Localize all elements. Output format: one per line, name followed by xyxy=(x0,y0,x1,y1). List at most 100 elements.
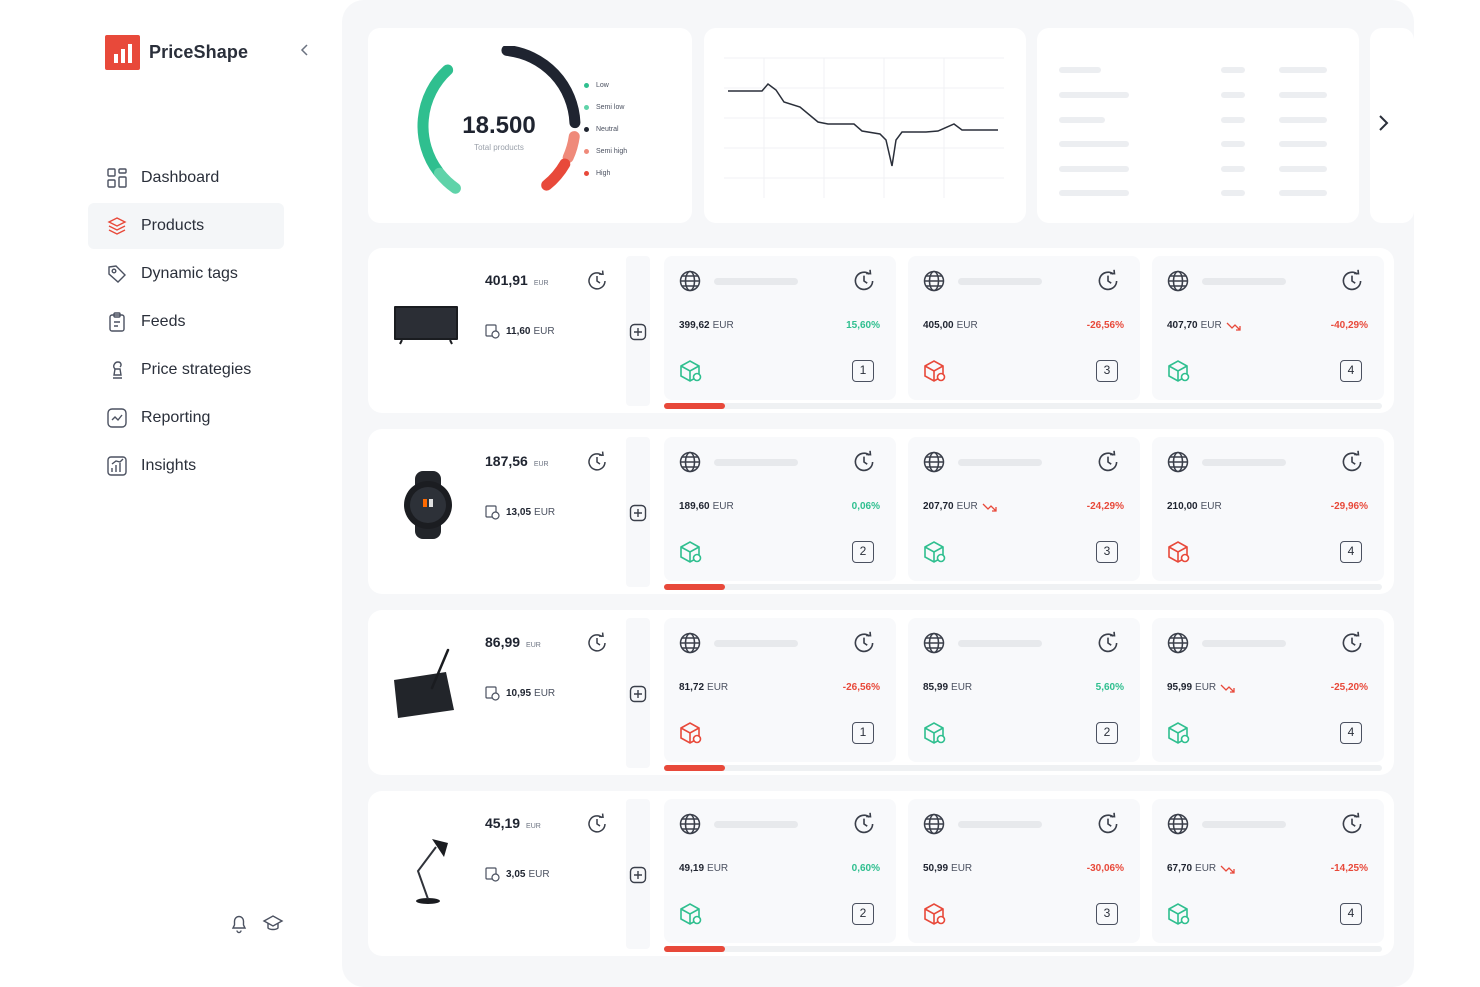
sidebar-item-dynamic-tags[interactable]: Dynamic tags xyxy=(88,251,284,297)
sidebar-item-price-strategies[interactable]: Price strategies xyxy=(88,347,284,393)
skeleton-line xyxy=(1279,117,1327,123)
price-history-line-chart xyxy=(724,57,1004,198)
competitor-card[interactable]: 81,72 EUR -26,56% 1 xyxy=(664,618,896,762)
shipping-cost: 11,60 EUR xyxy=(483,322,555,340)
price-history-icon[interactable] xyxy=(1338,629,1366,657)
legend-item-semi-low: Semi low xyxy=(584,96,627,118)
brand-name: PriceShape xyxy=(149,42,249,62)
price-difference-percent: 0,60% xyxy=(851,863,880,874)
globe-icon xyxy=(923,813,945,835)
competitor-name-placeholder xyxy=(714,459,798,466)
competitor-name-placeholder xyxy=(1202,640,1286,647)
price-history-icon[interactable] xyxy=(584,268,610,294)
competitor-rank-badge: 1 xyxy=(852,360,874,382)
shipping-cost: 10,95 EUR xyxy=(483,684,555,702)
sidebar-item-label: Dashboard xyxy=(141,169,220,186)
chevron-left-icon[interactable] xyxy=(300,43,310,59)
trend-down-icon xyxy=(982,503,997,512)
package-green-icon xyxy=(1168,722,1190,744)
competitor-name-placeholder xyxy=(1202,278,1286,285)
competitor-rank-badge: 4 xyxy=(1340,722,1362,744)
strategy-icon xyxy=(113,361,122,379)
price-history-icon[interactable] xyxy=(1338,267,1366,295)
package-green-icon xyxy=(924,722,946,744)
competitor-card[interactable]: 407,70 EUR -40,29% 4 xyxy=(1152,256,1384,400)
competitor-card[interactable]: 210,00 EUR -29,96% 4 xyxy=(1152,437,1384,581)
graduation-cap-icon[interactable] xyxy=(262,912,284,934)
layers-icon xyxy=(107,217,127,235)
add-competitor-plus-icon[interactable] xyxy=(629,323,647,341)
sidebar-item-dashboard[interactable]: Dashboard xyxy=(88,155,284,201)
competitor-card[interactable]: 50,99 EUR -30,06% 3 xyxy=(908,799,1140,943)
sidebar-item-reporting[interactable]: Reporting xyxy=(88,395,284,441)
sidebar-item-feeds[interactable]: Feeds xyxy=(88,299,284,345)
price-difference-percent: -25,20% xyxy=(1330,682,1368,693)
package-red-icon xyxy=(924,360,946,382)
price-position-progress xyxy=(664,584,1382,590)
price-difference-percent: -26,56% xyxy=(1086,320,1124,331)
price-history-icon[interactable] xyxy=(850,629,878,657)
competitor-rank-badge: 4 xyxy=(1340,541,1362,563)
competitor-rank-badge: 4 xyxy=(1340,903,1362,925)
competitor-price: 50,99 EUR xyxy=(923,863,973,874)
add-competitor-column xyxy=(626,437,650,587)
sidebar-item-insights[interactable]: Insights xyxy=(88,443,284,489)
globe-icon xyxy=(923,451,945,473)
competitor-card[interactable]: 85,99 EUR 5,60% 2 xyxy=(908,618,1140,762)
product-row[interactable]: 187,56 EUR 13,05 EUR 189,60 EUR 0,06% 2 207,… xyxy=(368,429,1394,594)
competitor-card[interactable]: 405,00 EUR -26,56% 3 xyxy=(908,256,1140,400)
skeleton-line xyxy=(1221,166,1245,172)
price-history-icon[interactable] xyxy=(850,267,878,295)
price-history-icon[interactable] xyxy=(1338,810,1366,838)
sidebar-item-label: Reporting xyxy=(141,409,211,426)
main-content: 18.500 Total products Low Semi low Neutr… xyxy=(342,0,1414,987)
price-history-icon[interactable] xyxy=(1094,810,1122,838)
price-history-icon[interactable] xyxy=(584,449,610,475)
product-row[interactable]: 45,19 EUR 3,05 EUR 49,19 EUR 0,60% 2 50,99 EU… xyxy=(368,791,1394,956)
price-history-icon[interactable] xyxy=(1094,448,1122,476)
price-difference-percent: 0,06% xyxy=(851,501,880,512)
package-green-icon xyxy=(1168,903,1190,925)
product-image-tablet xyxy=(394,648,454,718)
placeholder-table-card xyxy=(1037,28,1359,223)
price-history-icon[interactable] xyxy=(1094,629,1122,657)
price-history-icon[interactable] xyxy=(1338,448,1366,476)
competitor-price: 49,19 EUR xyxy=(679,863,729,874)
add-competitor-column xyxy=(626,256,650,406)
product-row[interactable]: 86,99 EUR 10,95 EUR 81,72 EUR -26,56% 1 85,9… xyxy=(368,610,1394,775)
competitor-name-placeholder xyxy=(958,821,1042,828)
competitor-card[interactable]: 49,19 EUR 0,60% 2 xyxy=(664,799,896,943)
product-row[interactable]: 401,91 EUR 11,60 EUR 399,62 EUR 15,60% 1 405… xyxy=(368,248,1394,413)
price-difference-percent: -14,25% xyxy=(1330,863,1368,874)
competitor-name-placeholder xyxy=(714,640,798,647)
competitor-card[interactable]: 399,62 EUR 15,60% 1 xyxy=(664,256,896,400)
skeleton-line xyxy=(1279,92,1327,98)
package-red-icon xyxy=(924,903,946,925)
add-competitor-plus-icon[interactable] xyxy=(629,685,647,703)
package-green-icon xyxy=(680,903,702,925)
price-history-icon[interactable] xyxy=(584,811,610,837)
sidebar-item-products[interactable]: Products xyxy=(88,203,284,249)
globe-icon xyxy=(923,632,945,654)
product-image-tv xyxy=(394,306,458,345)
brand-logo[interactable]: PriceShape xyxy=(105,35,248,70)
competitor-rank-badge: 3 xyxy=(1096,360,1118,382)
competitor-rank-badge: 3 xyxy=(1096,903,1118,925)
competitor-card[interactable]: 95,99 EUR -25,20% 4 xyxy=(1152,618,1384,762)
price-history-icon[interactable] xyxy=(850,810,878,838)
add-competitor-plus-icon[interactable] xyxy=(629,866,647,884)
price-history-icon[interactable] xyxy=(584,630,610,656)
price-difference-percent: -26,56% xyxy=(842,682,880,693)
sidebar-nav: Dashboard Products Dynamic tags Feeds Pr… xyxy=(88,155,284,491)
add-competitor-plus-icon[interactable] xyxy=(629,504,647,522)
total-products-label: Total products xyxy=(474,143,524,152)
chevron-right-icon[interactable] xyxy=(1372,112,1394,134)
price-history-icon[interactable] xyxy=(1094,267,1122,295)
bell-icon[interactable] xyxy=(228,912,250,934)
price-history-icon[interactable] xyxy=(850,448,878,476)
skeleton-line xyxy=(1221,190,1245,196)
shipping-icon xyxy=(485,867,500,882)
competitor-card[interactable]: 67,70 EUR -14,25% 4 xyxy=(1152,799,1384,943)
competitor-card[interactable]: 189,60 EUR 0,06% 2 xyxy=(664,437,896,581)
competitor-card[interactable]: 207,70 EUR -24,29% 3 xyxy=(908,437,1140,581)
